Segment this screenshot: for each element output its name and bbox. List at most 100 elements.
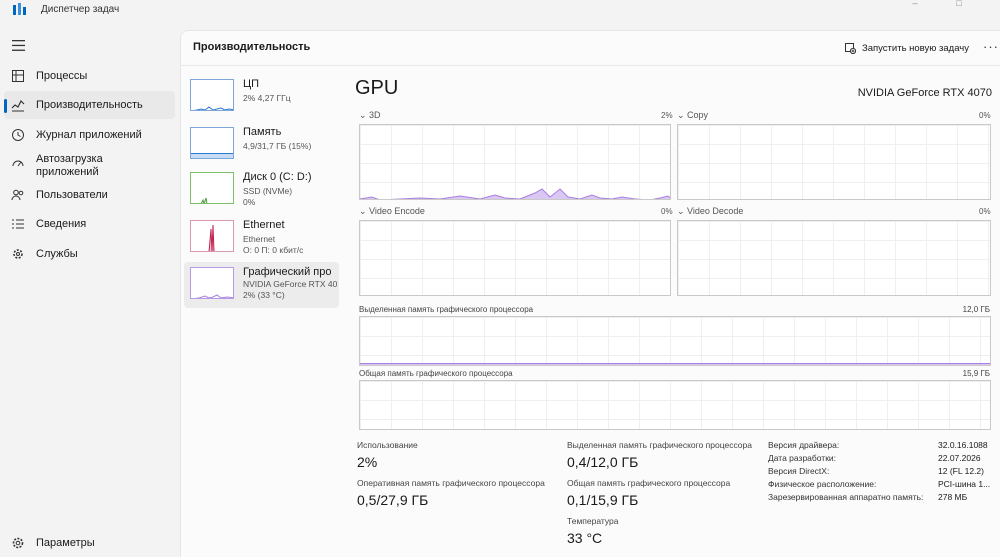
main-panel: Производительность Запустить новую задач…: [180, 30, 1000, 557]
info-key-driver-date: Дата разработки:: [768, 453, 837, 463]
sidebar-item-users[interactable]: Пользователи: [4, 181, 175, 209]
sidebar-item-processes[interactable]: Процессы: [4, 62, 175, 90]
engine-label-video-encode[interactable]: ⌄ Video Encode: [359, 206, 425, 217]
shared-memory-max: 15,9 ГБ: [962, 369, 990, 378]
gpu-ram-value: 0,5/27,9 ГБ: [357, 492, 429, 508]
info-value-reserved-memory: 278 МБ: [938, 492, 968, 502]
device-detail-2: 2% (33 °C): [243, 290, 285, 300]
sidebar-item-performance[interactable]: Производительность: [4, 91, 175, 119]
device-gpu[interactable]: Графический про NVIDIA GeForce RTX 4070 …: [184, 262, 339, 308]
processes-icon: [12, 70, 24, 82]
gpu-model-name: NVIDIA GeForce RTX 4070: [857, 87, 992, 99]
gpu-ram-label: Оперативная память графического процессо…: [357, 478, 545, 488]
sidebar-item-label: Процессы: [36, 70, 88, 82]
shared-stat-value: 0,1/15,9 ГБ: [567, 492, 639, 508]
dedicated-stat-label: Выделенная память графического процессор…: [567, 440, 752, 450]
sidebar-item-label: Производительность: [36, 99, 143, 111]
graph-video-decode: [677, 220, 991, 296]
settings-button[interactable]: Параметры: [4, 529, 175, 557]
device-cpu[interactable]: ЦП 2% 4,27 ГГц: [184, 74, 339, 120]
sidebar-item-label: Автозагрузка приложений: [36, 153, 103, 178]
gear-icon: [12, 537, 24, 549]
details-icon: [12, 219, 24, 229]
engine-pct-copy: 0%: [979, 111, 991, 120]
usage-label: Использование: [357, 440, 418, 450]
disk-thumbnail-graph: [190, 172, 234, 204]
graph-3d-line: [360, 188, 670, 199]
startup-apps-icon: [12, 160, 24, 167]
engine-label-3d[interactable]: ⌄ 3D: [359, 110, 381, 121]
cpu-thumbnail-graph: [190, 79, 234, 111]
info-key-driver-version: Версия драйвера:: [768, 440, 840, 450]
sidebar-item-label: Пользователи: [36, 189, 108, 201]
device-detail: NVIDIA GeForce RTX 4070: [243, 279, 338, 289]
usage-value: 2%: [357, 454, 378, 470]
device-detail: 4,9/31,7 ГБ (15%): [243, 141, 312, 151]
dedicated-memory-graph: [359, 316, 991, 366]
more-options-button[interactable]: ···: [983, 39, 999, 54]
engine-pct-3d: 2%: [661, 111, 673, 120]
device-name: Графический про: [243, 266, 332, 278]
engine-label-video-decode[interactable]: ⌄ Video Decode: [677, 206, 743, 217]
shared-memory-label: Общая память графического процессора: [359, 369, 513, 378]
info-value-directx: 12 (FL 12.2): [938, 466, 984, 476]
info-value-driver-date: 22.07.2026: [938, 453, 981, 463]
dedicated-memory-label: Выделенная память графического процессор…: [359, 305, 534, 314]
settings-label: Параметры: [36, 537, 95, 549]
sidebar-item-label: Службы: [36, 248, 78, 260]
run-task-label: Запустить новую задачу: [862, 42, 969, 54]
services-icon: [13, 249, 23, 259]
temperature-label: Температура: [567, 516, 619, 526]
task-manager-app-icon: [13, 3, 26, 15]
device-detail: 2% 4,27 ГГц: [243, 93, 291, 103]
device-name: Память: [243, 126, 282, 138]
window-title: Диспетчер задач: [41, 4, 120, 15]
device-disk[interactable]: Диск 0 (C: D:) SSD (NVMe) 0%: [184, 167, 339, 213]
device-name: Диск 0 (C: D:): [243, 171, 312, 183]
sidebar-item-label: Сведения: [36, 218, 87, 230]
info-value-location: PCI-шина 1...: [938, 479, 991, 489]
sidebar-item-details[interactable]: Сведения: [4, 210, 175, 238]
users-icon: [11, 189, 24, 201]
device-name: ЦП: [243, 78, 260, 90]
selection-indicator: [4, 99, 7, 113]
performance-icon: [11, 99, 25, 112]
hamburger-menu-icon[interactable]: [12, 40, 25, 51]
run-task-icon: [845, 42, 856, 54]
device-detail-2: 0%: [243, 197, 256, 207]
maximize-button[interactable]: □: [949, 0, 969, 8]
temperature-value: 33 °C: [567, 530, 603, 546]
app-history-icon: [12, 129, 24, 141]
graph-3d: [359, 124, 671, 200]
memory-thumbnail-graph: [190, 127, 234, 159]
device-detail: Ethernet: [243, 234, 276, 244]
device-ethernet[interactable]: Ethernet Ethernet О: 0 П: 0 кбит/с: [184, 215, 339, 261]
device-memory[interactable]: Память 4,9/31,7 ГБ (15%): [184, 122, 339, 168]
graph-copy: [677, 124, 991, 200]
engine-label-copy[interactable]: ⌄ Copy: [677, 110, 708, 121]
device-detail: SSD (NVMe): [243, 186, 293, 196]
run-new-task-button[interactable]: Запустить новую задачу: [845, 39, 969, 57]
graph-video-encode: [359, 220, 671, 296]
ethernet-thumbnail-graph: [190, 220, 234, 252]
device-detail-2: О: 0 П: 0 кбит/с: [243, 245, 304, 255]
sidebar-item-label: Журнал приложений: [36, 129, 142, 141]
sidebar-item-services[interactable]: Службы: [4, 240, 175, 268]
engine-pct-video-decode: 0%: [979, 207, 991, 216]
gpu-thumbnail-graph: [190, 267, 234, 299]
page-title: Производительность: [193, 41, 311, 53]
sidebar-item-startup-apps[interactable]: Автозагрузка приложений: [4, 150, 175, 184]
info-key-directx: Версия DirectX:: [768, 466, 830, 476]
info-key-reserved-memory: Зарезервированная аппаратно память:: [768, 492, 924, 502]
dedicated-memory-max: 12,0 ГБ: [962, 305, 990, 314]
minimize-button[interactable]: –: [905, 0, 925, 8]
sidebar: Процессы Производительность Журнал прило…: [0, 24, 179, 557]
dedicated-stat-value: 0,4/12,0 ГБ: [567, 454, 639, 470]
gpu-title: GPU: [355, 77, 399, 99]
sidebar-item-app-history[interactable]: Журнал приложений: [4, 121, 175, 149]
title-bar: Диспетчер задач – □: [0, 0, 1000, 24]
shared-stat-label: Общая память графического процессора: [567, 478, 731, 488]
info-value-driver-version: 32.0.16.1088: [938, 440, 988, 450]
shared-memory-graph: [359, 380, 991, 430]
device-name: Ethernet: [243, 219, 285, 231]
